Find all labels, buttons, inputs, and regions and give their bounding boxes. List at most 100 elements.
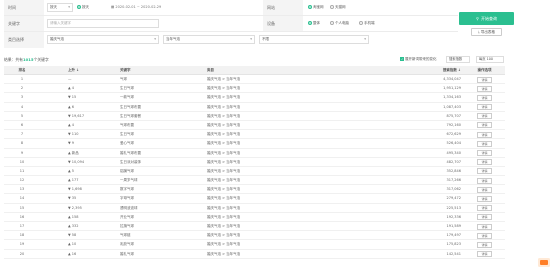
detail-button[interactable]: 详情 <box>477 205 492 212</box>
detail-button[interactable]: 详情 <box>477 159 492 166</box>
query-button[interactable]: ⚲ 开始查询 <box>459 12 514 25</box>
detail-button[interactable]: 详情 <box>477 122 492 129</box>
detail-button[interactable]: 详情 <box>477 113 492 120</box>
change-cell: ▲ 4 <box>68 122 75 127</box>
category-cell: 婚庆气泡 > 当年气泡 <box>207 224 241 228</box>
device-option-pc[interactable]: 个人电脑 <box>330 19 349 28</box>
category-cell: 婚庆气泡 > 当年气泡 <box>207 251 241 256</box>
detail-button[interactable]: 详情 <box>477 195 492 202</box>
sort-select[interactable]: 搜索指数 <box>446 56 470 63</box>
detail-button[interactable]: 详情 <box>477 241 492 248</box>
table-row: 14 ▼ 35 字母气球 婚庆气泡 > 当年气泡 279,472 详情 <box>4 194 505 204</box>
category-cell: 婚庆气泡 > 当年气泡 <box>207 113 241 118</box>
change-cell: ▼ 9 <box>68 141 75 146</box>
keyword-cell: 婚礼气球 <box>120 251 134 256</box>
table-row: 17 ▲ 332 拉旗气球 婚庆气泡 > 当年气泡 191,589 详情 <box>4 222 505 232</box>
rank-cell: 19 <box>19 242 25 247</box>
detail-button[interactable]: 详情 <box>477 85 492 92</box>
detail-button[interactable]: 详情 <box>477 186 492 193</box>
search-index-cell: 875,707 <box>446 113 461 118</box>
category-cell: 婚庆气泡 > 当年气泡 <box>207 132 241 137</box>
keyword-label: 关键字 <box>4 16 44 32</box>
detail-button[interactable]: 详情 <box>477 232 492 239</box>
action-cell: 详情 <box>464 84 505 92</box>
detail-button[interactable]: 详情 <box>477 168 492 175</box>
keyword-cell: 生日气球布置 <box>120 104 141 109</box>
date-mode-select[interactable]: 按天 ▾ <box>47 3 73 12</box>
date-label: 时间 <box>4 0 44 16</box>
keyword-table: 排名 上升 ↓ 关键字 类目 搜索指数 ↓ 操作选项 1— 气球 婚庆气泡 > 当年… <box>4 66 505 259</box>
action-cell: 详情 <box>464 185 505 193</box>
action-cell: 详情 <box>464 222 505 230</box>
detail-button[interactable]: 详情 <box>477 214 492 221</box>
table-row: 18 ▼ 58 气球链 婚庆气泡 > 当年气泡 179,497 详情 <box>4 231 505 241</box>
radio-dot-icon <box>308 21 312 25</box>
search-index-cell: 192,336 <box>446 214 461 219</box>
table-row: 10 ▼ 10,094 生日派对装饰 婚庆气泡 > 当年气泡 482,707 详情 <box>4 158 505 167</box>
radio-dot-icon <box>330 21 334 25</box>
keyword-cell: 透明波波球 <box>120 205 138 210</box>
header-rank[interactable]: 排名 <box>4 66 40 74</box>
detail-button[interactable]: 详情 <box>477 76 492 83</box>
page-size-select[interactable]: 每页 100 <box>476 56 504 63</box>
table-row: 15 ▼ 2,395 透明波波球 婚庆气泡 > 当年气泡 225,513 详情 <box>4 204 505 213</box>
category-level1-select[interactable]: 婚庆气泡 ▾ <box>47 35 159 44</box>
table-row: 11 ▲ 5 铝膜气球 婚庆气泡 > 当年气泡 352,846 详情 <box>4 167 505 177</box>
search-index-cell: 1,087,403 <box>443 104 461 109</box>
table-row: 5 ▼ 19,617 生日气球套餐 婚庆气泡 > 当年气泡 875,707 详情 <box>4 112 505 121</box>
header-actions: 操作选项 <box>477 68 492 72</box>
category-cell: 婚庆气泡 > 当年气泡 <box>207 178 241 183</box>
device-option-mobile[interactable]: 手机端 <box>359 19 375 28</box>
keyword-cell: 一款气球 <box>120 95 134 100</box>
search-index-cell: 179,497 <box>446 233 461 238</box>
detail-button[interactable]: 详情 <box>477 251 492 258</box>
detail-button[interactable]: 详情 <box>477 140 492 147</box>
keyword-cell: 数字气球 <box>120 187 134 192</box>
show-new-words-checkbox[interactable]: ✓展开新词带来的变化 <box>400 57 437 62</box>
detail-button[interactable]: 详情 <box>477 94 492 101</box>
header-search-index[interactable]: 搜索指数 ↓ <box>404 66 464 74</box>
category-cell: 婚庆气泡 > 当年气泡 <box>207 104 241 109</box>
table-row: 2 ▲ 4 生日气球 婚庆气泡 > 当年气泡 1,951,129 详情 <box>4 84 505 94</box>
export-button[interactable]: ⤓ 导出表格 <box>471 28 502 36</box>
keyword-cell: 婚礼气球布置 <box>120 150 141 155</box>
category-cell: 婚庆气泡 > 当年气泡 <box>207 86 241 91</box>
action-cell: 详情 <box>464 250 505 258</box>
search-index-cell: 792,160 <box>446 122 461 127</box>
keyword-input[interactable]: 请输入关键字 <box>47 19 159 28</box>
rank-cell: 16 <box>19 214 25 219</box>
detail-button[interactable]: 详情 <box>477 177 492 184</box>
table-row: 6 ▲ 4 气球布置 婚庆气泡 > 当年气泡 792,160 详情 <box>4 121 505 131</box>
header-change[interactable]: 上升 ↓ <box>40 66 114 74</box>
category-level3-select[interactable]: 不限 ▾ <box>259 35 369 44</box>
category-cell: 婚庆气泡 > 当年气泡 <box>207 205 241 210</box>
category-label: 类目选择 <box>4 32 44 48</box>
device-option-all[interactable]: 整体 <box>308 19 320 28</box>
date-mode-day[interactable]: 按天 <box>77 3 89 12</box>
brand-logo-icon <box>538 258 550 267</box>
rank-cell: 5 <box>20 113 24 118</box>
result-bar: 结果：共有1015个关键字 ✓展开新词带来的变化 搜索指数 每页 100 <box>0 55 554 65</box>
keyword-cell: 生日气球 <box>120 86 134 91</box>
keyword-cell: 拉旗气球 <box>120 224 134 228</box>
detail-button[interactable]: 详情 <box>477 223 492 230</box>
category-level2-select[interactable]: 当年气泡 ▾ <box>163 35 255 44</box>
search-index-cell: 175,823 <box>446 242 461 247</box>
search-index-cell: 1,334,163 <box>443 95 461 100</box>
category-cell: 婚庆气泡 > 当年气泡 <box>207 233 241 238</box>
category-cell: 婚庆气泡 > 当年气泡 <box>207 214 241 219</box>
rank-cell: 8 <box>20 141 24 146</box>
search-index-cell: 279,472 <box>446 196 461 201</box>
category-cell: 婚庆气泡 > 当年气泡 <box>207 187 241 192</box>
header-category: 类目 <box>207 68 214 72</box>
filter-panel: 时间 按天 ▾ 按天 ▦ 2020-02-01 ~ 2020-02-29 网站 淘… <box>0 0 554 50</box>
detail-button[interactable]: 详情 <box>477 104 492 111</box>
platform-option-tmall[interactable]: 天猫网 <box>330 3 346 12</box>
date-range-input[interactable]: ▦ 2020-02-01 ~ 2020-02-29 <box>111 3 211 12</box>
action-cell: 详情 <box>464 240 505 248</box>
action-cell: 详情 <box>464 231 505 239</box>
platform-option-taobao[interactable]: 淘宝网 <box>308 3 324 12</box>
detail-button[interactable]: 详情 <box>477 150 492 156</box>
detail-button[interactable]: 详情 <box>477 131 492 138</box>
category-cell: 婚庆气泡 > 当年气泡 <box>207 150 241 155</box>
